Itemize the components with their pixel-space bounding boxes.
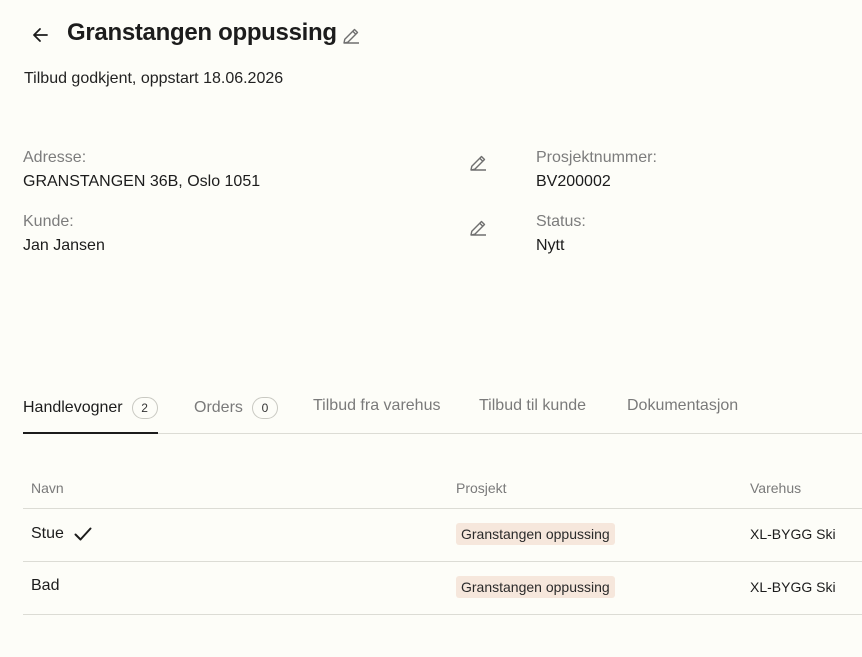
cart-name-cell: Stue [31,523,94,545]
cart-name: Bad [31,577,60,594]
tab-dokumentasjon[interactable]: Dokumentasjon [627,397,738,415]
count-badge: 2 [131,397,158,419]
status-label: Status: [536,213,586,230]
page-title: Granstangen oppussing [67,19,337,46]
column-header-varehus[interactable]: Varehus [750,480,801,496]
active-tab-indicator [23,432,158,434]
project-status-subtitle: Tilbud godkjent, oppstart 18.06.2026 [24,70,284,87]
pencil-icon [470,220,486,236]
tab-label: Tilbud til kunde [479,397,587,414]
tab-orders[interactable]: Orders 0 [194,397,278,419]
warehouse-cell: XL-BYGG Ski [750,579,836,595]
edit-customer-button[interactable] [467,217,489,239]
tab-label: Dokumentasjon [627,397,739,414]
address-label: Adresse: [23,149,87,166]
table-row[interactable]: Bad Granstangen oppussing XL-BYGG Ski [23,562,862,614]
warehouse-cell: XL-BYGG Ski [750,526,836,542]
cart-name-cell: Bad [31,577,59,595]
table-row[interactable]: Stue Granstangen oppussing XL-BYGG Ski [23,509,862,561]
status-value: Nytt [536,237,565,254]
tab-handlevogner[interactable]: Handlevogner 2 [23,397,158,419]
column-header-prosjekt[interactable]: Prosjekt [456,480,507,496]
column-header-navn[interactable]: Navn [31,480,64,496]
pencil-icon [343,28,359,44]
arrow-left-icon [33,28,48,42]
checkmark-icon [74,527,92,541]
edit-address-button[interactable] [467,152,489,174]
tab-tilbud-fra-varehus[interactable]: Tilbud fra varehus [313,397,440,415]
count-badge: 0 [251,397,278,419]
project-number-value: BV200002 [536,173,611,190]
project-tag: Granstangen oppussing [456,523,615,545]
back-button[interactable] [30,24,52,46]
tab-label: Orders [194,399,243,416]
address-value: GRANSTANGEN 36B, Oslo 1051 [23,173,261,190]
pencil-icon [470,155,486,171]
tab-label: Tilbud fra varehus [313,397,441,414]
edit-title-button[interactable] [340,25,362,47]
project-number-label: Prosjektnummer: [536,149,657,166]
tab-label: Handlevogner [23,399,123,416]
project-tag: Granstangen oppussing [456,576,615,598]
tab-tilbud-til-kunde[interactable]: Tilbud til kunde [479,397,586,415]
row-divider [23,614,862,615]
customer-label: Kunde: [23,213,74,230]
customer-value: Jan Jansen [23,237,105,254]
cart-name: Stue [31,525,64,542]
